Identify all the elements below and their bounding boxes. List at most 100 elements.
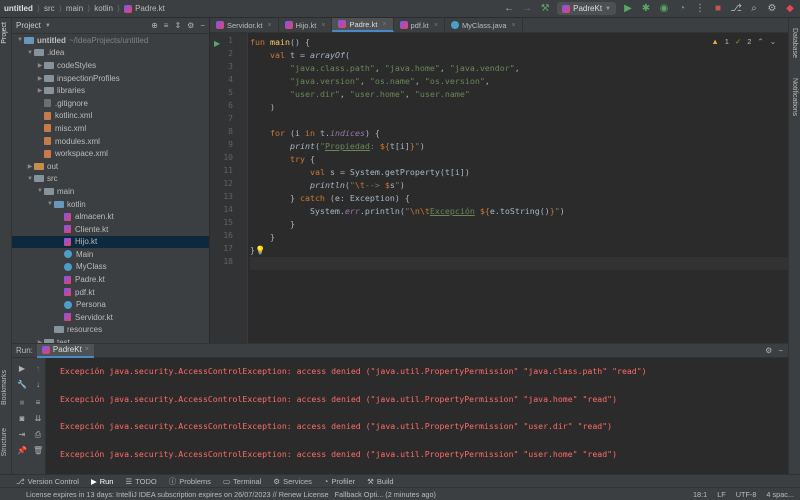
chevron-right-icon[interactable]: ▶ [36,87,44,94]
print-icon[interactable]: ⎙ [33,430,43,440]
close-tab-icon[interactable]: × [382,21,386,28]
chevron-up-icon[interactable]: ⌃ [757,37,763,46]
database-tool-tab[interactable]: Database [791,28,798,58]
tree-node[interactable]: ▼ untitled ~/IdeaProjects/untitled [12,34,209,47]
run-tool-button[interactable]: ▶ Run [91,477,114,486]
options-gear-icon[interactable]: ⚙ [187,21,194,30]
delete-icon[interactable]: 🗑 [33,446,43,456]
camera-icon[interactable]: ◙ [17,414,27,424]
hide-panel-icon[interactable]: − [778,346,783,355]
settings-gear-icon[interactable]: ⚙ [766,3,778,15]
tree-node[interactable]: Padre.kt [12,273,209,286]
stop-icon[interactable]: ■ [17,398,27,408]
rerun-icon[interactable]: ▶ [17,364,27,374]
editor-tab[interactable]: Servidor.kt × [210,18,279,32]
exit-icon[interactable]: ⇥ [17,430,27,440]
tree-node[interactable]: Cliente.kt [12,223,209,236]
wrench-icon[interactable]: 🔧 [17,380,27,390]
chevron-right-icon[interactable]: ▶ [36,75,44,82]
close-icon[interactable]: × [85,346,89,353]
chevron-right-icon[interactable]: ▶ [26,163,34,170]
tree-node[interactable]: ▼ src [12,173,209,186]
services-tool-button[interactable]: ⚙ Services [273,477,312,486]
version-control-tool-button[interactable]: ⎇ Version Control [16,477,79,486]
tree-node[interactable]: ▶ out [12,160,209,173]
stop-icon[interactable]: ■ [712,3,724,15]
scroll-down-icon[interactable]: ↓ [33,380,43,390]
inspection-widget[interactable]: ▲ 1 ✓ 2 ⌃ ⌄ [711,37,776,46]
debug-icon[interactable]: ✱ [640,3,652,15]
tree-node[interactable]: pdf.kt [12,286,209,299]
tree-node[interactable]: .gitignore [12,97,209,110]
tree-node[interactable]: modules.xml [12,135,209,148]
tree-node[interactable]: ▼ main [12,185,209,198]
structure-tool-tab[interactable]: Structure [1,428,8,456]
collapse-all-icon[interactable]: ≡ [164,21,169,30]
forward-arrow-icon[interactable]: → [521,3,533,15]
search-everywhere-icon[interactable]: ⌕ [748,3,760,15]
profiler-tool-button[interactable]: ◔ Profiler [324,477,355,486]
project-tool-tab[interactable]: Project [1,22,8,44]
project-view-label[interactable]: Project [16,21,41,30]
hide-panel-icon[interactable]: − [200,21,205,30]
tree-node[interactable]: ▼ .idea [12,47,209,60]
chevron-right-icon[interactable]: ▶ [36,62,44,69]
tree-node[interactable]: Main [12,248,209,261]
breadcrumb-file[interactable]: Padre.kt [135,4,165,13]
line-separator[interactable]: LF [717,490,726,499]
tree-node[interactable]: misc.xml [12,122,209,135]
problems-tool-button[interactable]: ⓘ Problems [169,476,211,487]
console-output[interactable]: Excepción java.security.AccessControlExc… [60,366,780,476]
locate-file-icon[interactable]: ⊕ [151,21,158,30]
soft-wrap-icon[interactable]: ≡ [33,398,43,408]
caret-position[interactable]: 18:1 [693,490,707,499]
chevron-down-icon[interactable]: ▼ [16,37,24,43]
chevron-down-icon[interactable]: ▼ [36,188,44,194]
profile-icon[interactable]: ◔ [676,3,688,15]
run-tab-padrekt[interactable]: PadreKt × [36,343,94,358]
chevron-down-icon[interactable]: ▼ [26,176,34,182]
run-configuration-selector[interactable]: PadreKt ▼ [557,2,616,15]
tree-node[interactable]: Hijo.kt [12,235,209,249]
jetbrains-logo-icon[interactable]: ◆ [784,3,796,15]
fallback-options-status[interactable]: Fallback Opti... (2 minutes ago) [335,490,436,499]
editor-tab[interactable]: Padre.kt × [332,18,394,32]
chevron-down-icon[interactable]: ▼ [46,201,54,207]
tree-node[interactable]: Servidor.kt [12,311,209,324]
close-tab-icon[interactable]: × [267,22,271,29]
editor-tab[interactable]: MyClass.java × [445,18,523,32]
tree-node[interactable]: ▶ codeStyles [12,59,209,72]
more-actions-icon[interactable]: ⋮ [694,3,706,15]
tree-node[interactable]: ▶test [12,336,209,343]
breadcrumb-kotlin[interactable]: kotlin [94,4,113,13]
tree-node[interactable]: Persona [12,298,209,311]
tree-node[interactable]: MyClass [12,261,209,274]
tree-node[interactable]: ▶ inspectionProfiles [12,72,209,85]
editor-tab[interactable]: Hijo.kt × [279,18,333,32]
tree-node[interactable]: workspace.xml [12,147,209,160]
file-encoding[interactable]: UTF-8 [736,490,757,499]
notifications-tool-tab[interactable]: Notifications [791,78,798,116]
license-status-message[interactable]: License expires in 13 days: IntelliJ IDE… [26,490,329,499]
tree-node[interactable]: kotlinc.xml [12,110,209,123]
breadcrumb-project[interactable]: untitled [4,4,33,13]
scroll-up-icon[interactable]: ↑ [33,364,43,374]
scroll-to-end-icon[interactable]: ⇊ [33,414,43,424]
tree-node[interactable]: resources [12,324,209,337]
breadcrumb-main[interactable]: main [66,4,83,13]
build-tool-button[interactable]: ⚒ Build [367,477,393,486]
breadcrumb-src[interactable]: src [44,4,55,13]
editor-tab[interactable]: pdf.kt × [394,18,445,32]
chevron-down-icon[interactable]: ▼ [26,50,34,56]
back-arrow-icon[interactable]: ← [503,3,515,15]
coverage-icon[interactable]: ◉ [658,3,670,15]
indent-setting[interactable]: 4 spac... [766,490,794,499]
run-icon[interactable]: ▶ [622,3,634,15]
settings-gear-icon[interactable]: ⚙ [765,346,772,355]
tree-node[interactable]: almacen.kt [12,210,209,223]
pin-icon[interactable]: 📌 [17,446,27,456]
bookmarks-tool-tab[interactable]: Bookmarks [1,370,8,405]
expand-icon[interactable]: ⇕ [174,21,181,30]
todo-tool-button[interactable]: ☰ TODO [125,477,156,486]
vcs-icon[interactable]: ⎇ [730,3,742,15]
